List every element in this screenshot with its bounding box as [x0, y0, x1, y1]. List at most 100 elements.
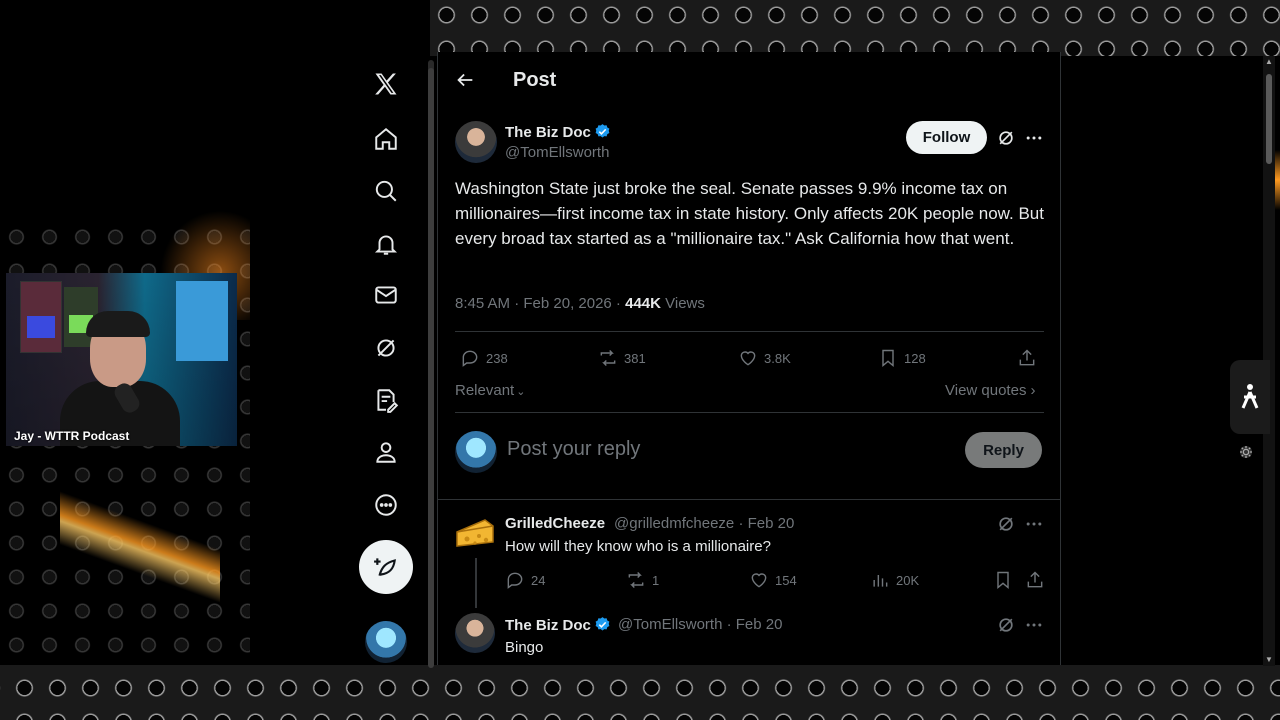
like-action[interactable]: 3.8K	[738, 348, 791, 368]
bell-icon[interactable]	[370, 228, 402, 260]
background-bottom-pattern	[0, 665, 1280, 720]
views-label: Views	[660, 295, 705, 312]
more-options-icon[interactable]	[1024, 128, 1044, 148]
presenter-cap	[86, 311, 150, 337]
reply-count: 24	[531, 572, 546, 588]
feather-plus-icon	[374, 558, 396, 576]
like-count: 3.8K	[764, 350, 791, 366]
accessibility-icon	[1241, 384, 1259, 409]
reply-icon	[462, 350, 478, 367]
divider	[455, 331, 1044, 332]
reply-text: Bingo	[505, 639, 544, 656]
reply-author-name[interactable]: GrilledCheeze	[505, 515, 605, 532]
reply-avatar[interactable]	[455, 613, 495, 653]
bookmark-action[interactable]: 128	[878, 348, 926, 368]
sidebar-nav	[356, 56, 416, 666]
bookmark-count: 128	[904, 350, 926, 366]
scroll-down-arrow-icon[interactable]: ▼	[1265, 656, 1273, 664]
like-count: 154	[775, 572, 797, 588]
person-icon[interactable]	[370, 436, 402, 468]
reply-author-handle[interactable]: @TomEllsworth · Feb 20	[618, 616, 782, 633]
grok-icon[interactable]	[996, 514, 1016, 534]
more-circle-icon[interactable]	[370, 489, 402, 521]
grok-icon[interactable]	[370, 332, 402, 364]
views-count: 444K	[625, 295, 661, 312]
sort-label: Relevant	[455, 382, 515, 399]
sidebar-scrollbar[interactable]	[428, 60, 434, 668]
thread-line	[475, 558, 477, 608]
follow-button[interactable]: Follow	[906, 121, 987, 154]
view-quotes-link[interactable]: View quotes ›	[945, 382, 1035, 399]
x-logo-icon[interactable]	[370, 68, 402, 100]
divider	[455, 412, 1044, 413]
author-name[interactable]: The Biz Doc	[505, 123, 611, 141]
post-timestamp[interactable]: 8:45 AM · Feb 20, 2026 ·	[455, 295, 625, 312]
chevron-down-icon: ⌄	[516, 386, 526, 398]
bookmark-action[interactable]	[993, 570, 1019, 590]
repost-icon	[628, 571, 644, 589]
views-action[interactable]: 20K	[870, 570, 919, 590]
post-detail: Post The Biz Doc @TomEllsworth Follow Wa…	[437, 52, 1061, 665]
analytics-icon	[873, 575, 888, 587]
repost-icon	[600, 349, 616, 367]
account-avatar[interactable]	[365, 621, 407, 663]
grok-icon[interactable]	[996, 615, 1016, 635]
bookmark-icon	[882, 349, 894, 368]
reply-count: 238	[486, 350, 508, 366]
heart-icon	[751, 573, 767, 588]
more-options-icon[interactable]	[1024, 615, 1044, 635]
reply-action[interactable]: 24	[505, 570, 545, 590]
grok-icon[interactable]	[996, 128, 1016, 148]
reply-button[interactable]: Reply	[965, 432, 1042, 468]
share-action[interactable]	[1017, 348, 1043, 368]
repost-action[interactable]: 381	[598, 348, 646, 368]
reply-avatar[interactable]	[455, 512, 495, 552]
repost-action[interactable]: 1	[626, 570, 659, 590]
search-icon[interactable]	[370, 175, 402, 207]
reply-text: How will they know who is a millionaire?	[505, 538, 771, 555]
heart-icon	[740, 351, 756, 366]
verified-badge-icon	[595, 617, 610, 631]
accessibility-extension-button[interactable]	[1230, 360, 1270, 434]
scroll-up-arrow-icon[interactable]: ▲	[1265, 58, 1273, 66]
post-header: Post	[438, 52, 1060, 108]
view-quotes-label: View quotes	[945, 382, 1027, 399]
share-icon	[1027, 571, 1043, 588]
cheese-icon	[456, 519, 494, 547]
reply-input[interactable]: Post your reply	[507, 438, 640, 461]
arcade-cabinet	[20, 281, 62, 353]
verified-badge-icon	[595, 124, 610, 138]
author-handle[interactable]: @TomEllsworth	[505, 144, 609, 161]
post-text: Washington State just broke the seal. Se…	[455, 179, 1044, 248]
reply-icon	[507, 572, 523, 589]
repost-count: 1	[652, 572, 660, 588]
mail-icon[interactable]	[370, 279, 402, 311]
home-icon[interactable]	[370, 123, 402, 155]
post-meta: 8:45 AM · Feb 20, 2026 · 444K Views	[455, 295, 705, 312]
reply-author-name[interactable]: The Biz Doc	[505, 616, 611, 634]
gear-icon[interactable]	[1238, 444, 1254, 460]
reply-author-name-text: The Biz Doc	[505, 617, 591, 634]
webcam-label: Jay - WTTR Podcast	[14, 429, 130, 443]
compose-post-button[interactable]	[359, 540, 413, 594]
author-avatar[interactable]	[455, 121, 497, 163]
views-count: 20K	[896, 572, 920, 588]
author-name-text: The Biz Doc	[505, 124, 591, 141]
reply-author-handle[interactable]: @grilledmfcheeze · Feb 20	[614, 515, 794, 532]
scrollbar-thumb[interactable]	[1266, 74, 1272, 164]
back-arrow-icon[interactable]	[454, 69, 476, 91]
notes-icon[interactable]	[370, 384, 402, 416]
divider	[438, 499, 1060, 500]
webcam-overlay: Jay - WTTR Podcast	[6, 273, 237, 446]
reply-sort-dropdown[interactable]: Relevant ⌄	[455, 382, 525, 399]
background-flare	[60, 430, 220, 670]
like-action[interactable]: 154	[749, 570, 797, 590]
page-title: Post	[513, 69, 557, 91]
share-action[interactable]	[1025, 570, 1051, 590]
chevron-right-icon: ›	[1030, 382, 1036, 399]
reply-action[interactable]: 238	[460, 348, 508, 368]
background-top-pattern	[430, 0, 1280, 56]
more-options-icon[interactable]	[1024, 514, 1044, 534]
repost-count: 381	[624, 350, 646, 366]
bookmark-icon	[997, 571, 1009, 590]
